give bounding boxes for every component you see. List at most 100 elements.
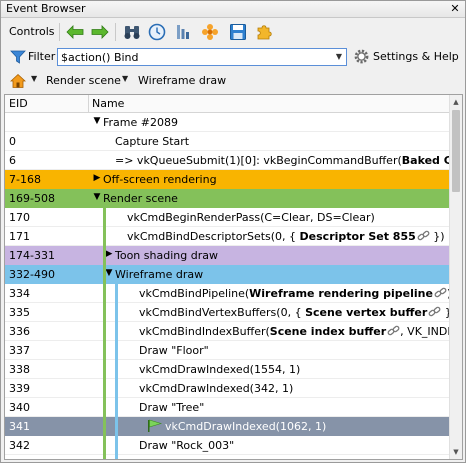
binoculars-icon <box>124 26 140 39</box>
window-title: Event Browser <box>6 2 86 15</box>
breadcrumb-item-wireframe-draw[interactable]: Wireframe draw <box>138 74 226 87</box>
column-header-eid[interactable]: EID <box>5 95 89 113</box>
tree-row[interactable]: 337 Draw "Floor" <box>5 341 451 360</box>
event-id: 341 <box>9 420 30 433</box>
close-icon[interactable]: ✕ <box>448 2 462 16</box>
event-id: 0 <box>9 135 16 148</box>
event-name: Draw "Floor" <box>139 344 209 357</box>
tree-row[interactable]: 342 Draw "Rock_003" <box>5 436 451 455</box>
link-chain-icon[interactable] <box>417 230 430 242</box>
tree-row[interactable]: 335 vkCmdBindVertexBuffers(0, { Scene ver… <box>5 303 451 322</box>
event-name-text: vkCmdBindPipeline( <box>139 287 250 300</box>
link-chain-icon[interactable] <box>387 325 400 337</box>
expand-chevron-icon[interactable]: ▶ <box>92 173 102 183</box>
tree-row[interactable]: 6 => vkQueueSubmit(1)[0]: vkBeginCommandB… <box>5 151 451 170</box>
arrow-left-icon <box>66 25 84 39</box>
event-id: 343 <box>9 458 30 459</box>
event-id: 342 <box>9 439 30 452</box>
bookmarks-button[interactable] <box>172 21 194 43</box>
vertical-scrollbar[interactable]: ▲ ▼ <box>449 95 462 459</box>
home-icon[interactable] <box>10 73 26 89</box>
resource-link[interactable]: Wireframe rendering pipeline <box>249 287 433 300</box>
event-id: 336 <box>9 325 30 338</box>
colorize-button[interactable] <box>199 21 221 43</box>
breadcrumb-item-render-scene[interactable]: Render scene <box>46 74 121 87</box>
chevron-down-icon[interactable]: ▼ <box>31 74 37 83</box>
event-name: vkCmdBindDescriptorSets(0, { Descriptor … <box>127 230 445 243</box>
link-chain-icon[interactable] <box>434 287 447 299</box>
clock-icon <box>148 23 166 41</box>
save-button[interactable] <box>227 21 249 43</box>
event-name: vkCmdBeginRenderPass(C=Clear, DS=Clear) <box>127 211 375 224</box>
resource-link[interactable]: Scene vertex buffer <box>305 306 427 319</box>
prev-event-button[interactable] <box>64 21 86 43</box>
event-name-text: vkCmdBindIndexBuffer( <box>139 325 270 338</box>
event-id: 338 <box>9 363 30 376</box>
bookmark-icon <box>177 25 189 39</box>
tree-header: EID Name <box>5 95 451 113</box>
link-chain-icon[interactable] <box>428 306 441 318</box>
event-id: 170 <box>9 211 30 224</box>
flower-icon <box>202 24 218 40</box>
window-titlebar[interactable]: Event Browser ✕ <box>1 1 465 18</box>
event-id: 337 <box>9 344 30 357</box>
settings-help-label: Settings & Help <box>373 50 459 63</box>
tree-row[interactable]: 339 vkCmdDrawIndexed(342, 1) <box>5 379 451 398</box>
event-id: 7-168 <box>9 173 41 186</box>
resource-link[interactable]: Baked Command Buffer <box>402 154 451 167</box>
event-name: vkCmdDrawIndexed(1554, 1) <box>139 363 301 376</box>
resource-link[interactable]: Scene index buffer <box>270 325 386 338</box>
event-id: 335 <box>9 306 30 319</box>
toolbar-separator <box>59 23 60 41</box>
extensions-button[interactable] <box>253 21 275 43</box>
filter-input[interactable] <box>57 48 347 66</box>
event-id: 340 <box>9 401 30 414</box>
tree-row[interactable]: 340 Draw "Tree" <box>5 398 451 417</box>
chevron-down-icon[interactable]: ▼ <box>122 74 128 83</box>
tree-row[interactable]: 338 vkCmdDrawIndexed(1554, 1) <box>5 360 451 379</box>
chevron-down-icon[interactable]: ▼ <box>332 50 346 64</box>
gear-icon <box>354 49 369 64</box>
event-name: Off-screen rendering <box>103 173 217 186</box>
tree-row[interactable]: ▼ Frame #2089 <box>5 113 451 132</box>
event-name: vkCmdDrawIndexed(60, 1) <box>139 458 286 459</box>
column-header-name[interactable]: Name <box>90 95 124 113</box>
tree-row[interactable]: 336 vkCmdBindIndexBuffer(Scene index buff… <box>5 322 451 341</box>
toolbar: Controls <box>1 19 465 45</box>
next-event-button[interactable] <box>89 21 111 43</box>
tree-row[interactable]: 334 vkCmdBindPipeline(Wireframe rendering… <box>5 284 451 303</box>
arrow-right-icon <box>91 25 109 39</box>
tree-row[interactable]: 174-331 ▶ Toon shading draw <box>5 246 451 265</box>
event-name-text: vkCmdBindDescriptorSets(0, { <box>127 230 300 243</box>
tree-row[interactable]: 169-508 ▼ Render scene <box>5 189 451 208</box>
tree-row[interactable]: 343 vkCmdDrawIndexed(60, 1) <box>5 455 451 459</box>
scroll-up-icon[interactable]: ▲ <box>450 95 462 109</box>
event-browser-window: Event Browser ✕ Controls Filter $action(… <box>0 0 466 463</box>
event-name: vkCmdDrawIndexed(1062, 1) <box>165 420 327 433</box>
time-durations-button[interactable] <box>146 21 168 43</box>
collapse-chevron-icon[interactable]: ▼ <box>92 116 102 126</box>
tree-row[interactable]: 170 vkCmdBeginRenderPass(C=Clear, DS=Clea… <box>5 208 451 227</box>
event-name: Render scene <box>103 192 178 205</box>
find-button[interactable] <box>121 21 143 43</box>
floppy-icon <box>230 24 246 40</box>
event-name: vkCmdBindIndexBuffer(Scene index buffer,… <box>139 325 451 338</box>
resource-link[interactable]: Descriptor Set 855 <box>300 230 416 243</box>
event-name: Draw "Tree" <box>139 401 205 414</box>
collapse-chevron-icon[interactable]: ▼ <box>92 192 102 202</box>
current-event-flag-icon <box>148 419 163 432</box>
tree-row[interactable]: 341 vkCmdDrawIndexed(1062, 1) <box>5 417 451 436</box>
event-name-text: => vkQueueSubmit(1)[0]: vkBeginCommandBu… <box>115 154 402 167</box>
event-name-text: vkCmdBindVertexBuffers(0, { <box>139 306 306 319</box>
tree-row[interactable]: 171 vkCmdBindDescriptorSets(0, { Descript… <box>5 227 451 246</box>
tree-row[interactable]: 332-490 ▼ Wireframe draw <box>5 265 451 284</box>
event-id: 174-331 <box>9 249 55 262</box>
event-name-text: , VK_INDEX_TYPE_UINT32) <box>400 325 451 338</box>
filter-bar: Filter ▼ Settings & Help <box>1 46 465 68</box>
breadcrumb: ▼ Render scene ▼ Wireframe draw <box>1 70 465 92</box>
tree-row[interactable]: 0 Capture Start <box>5 132 451 151</box>
tree-row[interactable]: 7-168 ▶ Off-screen rendering <box>5 170 451 189</box>
scrollbar-thumb[interactable] <box>452 110 460 192</box>
scroll-down-icon[interactable]: ▼ <box>450 445 462 459</box>
controls-label: Controls <box>9 25 55 38</box>
